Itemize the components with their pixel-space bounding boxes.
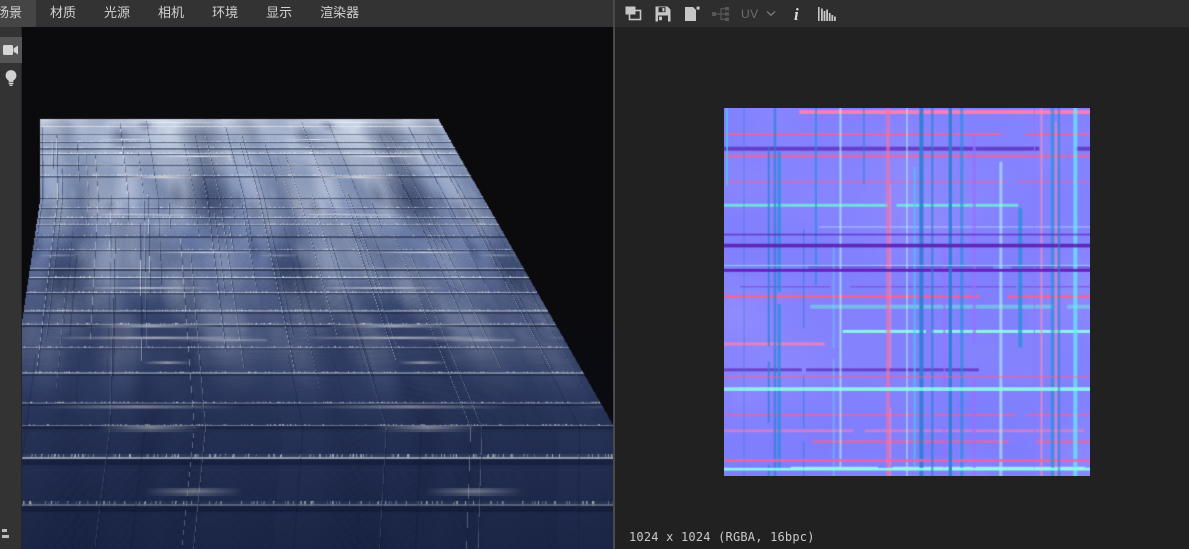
duplicate-icon [625,6,642,20]
menu-light[interactable]: 光源 [90,0,144,27]
copy-icon [685,6,700,21]
camera-icon [3,45,18,55]
resize-bar [2,535,9,538]
copy-button[interactable] [679,2,705,26]
duplicate-button[interactable] [621,2,647,26]
viewport-3d[interactable] [22,27,613,549]
node-graph-icon [712,6,729,21]
texture-preview-canvas[interactable] [724,108,1090,476]
app-window: 场景 材质 光源 相机 环境 显示 渲染器 UV i 1024 x 1024 (… [0,0,1189,549]
viewport-pane: 场景 材质 光源 相机 环境 显示 渲染器 [0,0,613,549]
menu-material[interactable]: 材质 [36,0,90,27]
menu-camera[interactable]: 相机 [144,0,198,27]
viewport-render-canvas[interactable] [22,27,613,549]
uv-mode-dropdown[interactable] [763,2,779,26]
image-info-text: 1024 x 1024 (RGBA, 16bpc) [629,530,815,544]
lightbulb-icon [5,69,17,86]
viewport-tool-rail [0,27,22,549]
menu-environment[interactable]: 环境 [198,0,252,27]
save-icon [655,6,671,21]
statusbar: 1024 x 1024 (RGBA, 16bpc) [615,525,1189,549]
texture-toolbar: UV i [615,0,1189,27]
menu-display[interactable]: 显示 [252,0,306,27]
uv-mode-label[interactable]: UV [737,7,763,21]
texture-preview[interactable] [724,108,1090,476]
texture-pane: UV i 1024 x 1024 (RGBA, 16bpc) [615,0,1189,549]
info-icon: i [794,5,799,22]
light-tool-button[interactable] [0,64,22,90]
histogram-icon [817,6,836,21]
node-graph-button[interactable] [708,2,734,26]
menu-scene[interactable]: 场景 [0,0,37,27]
save-button[interactable] [650,2,676,26]
info-button[interactable]: i [785,2,811,26]
menubar: 场景 材质 光源 相机 环境 显示 渲染器 [0,0,613,27]
rail-resize-handle[interactable] [2,529,11,541]
resize-bar [2,529,7,532]
svg-text:i: i [794,5,799,22]
histogram-button[interactable] [814,2,840,26]
menu-renderer[interactable]: 渲染器 [306,0,373,27]
chevron-down-icon [766,11,776,17]
camera-tool-button[interactable] [0,37,22,63]
